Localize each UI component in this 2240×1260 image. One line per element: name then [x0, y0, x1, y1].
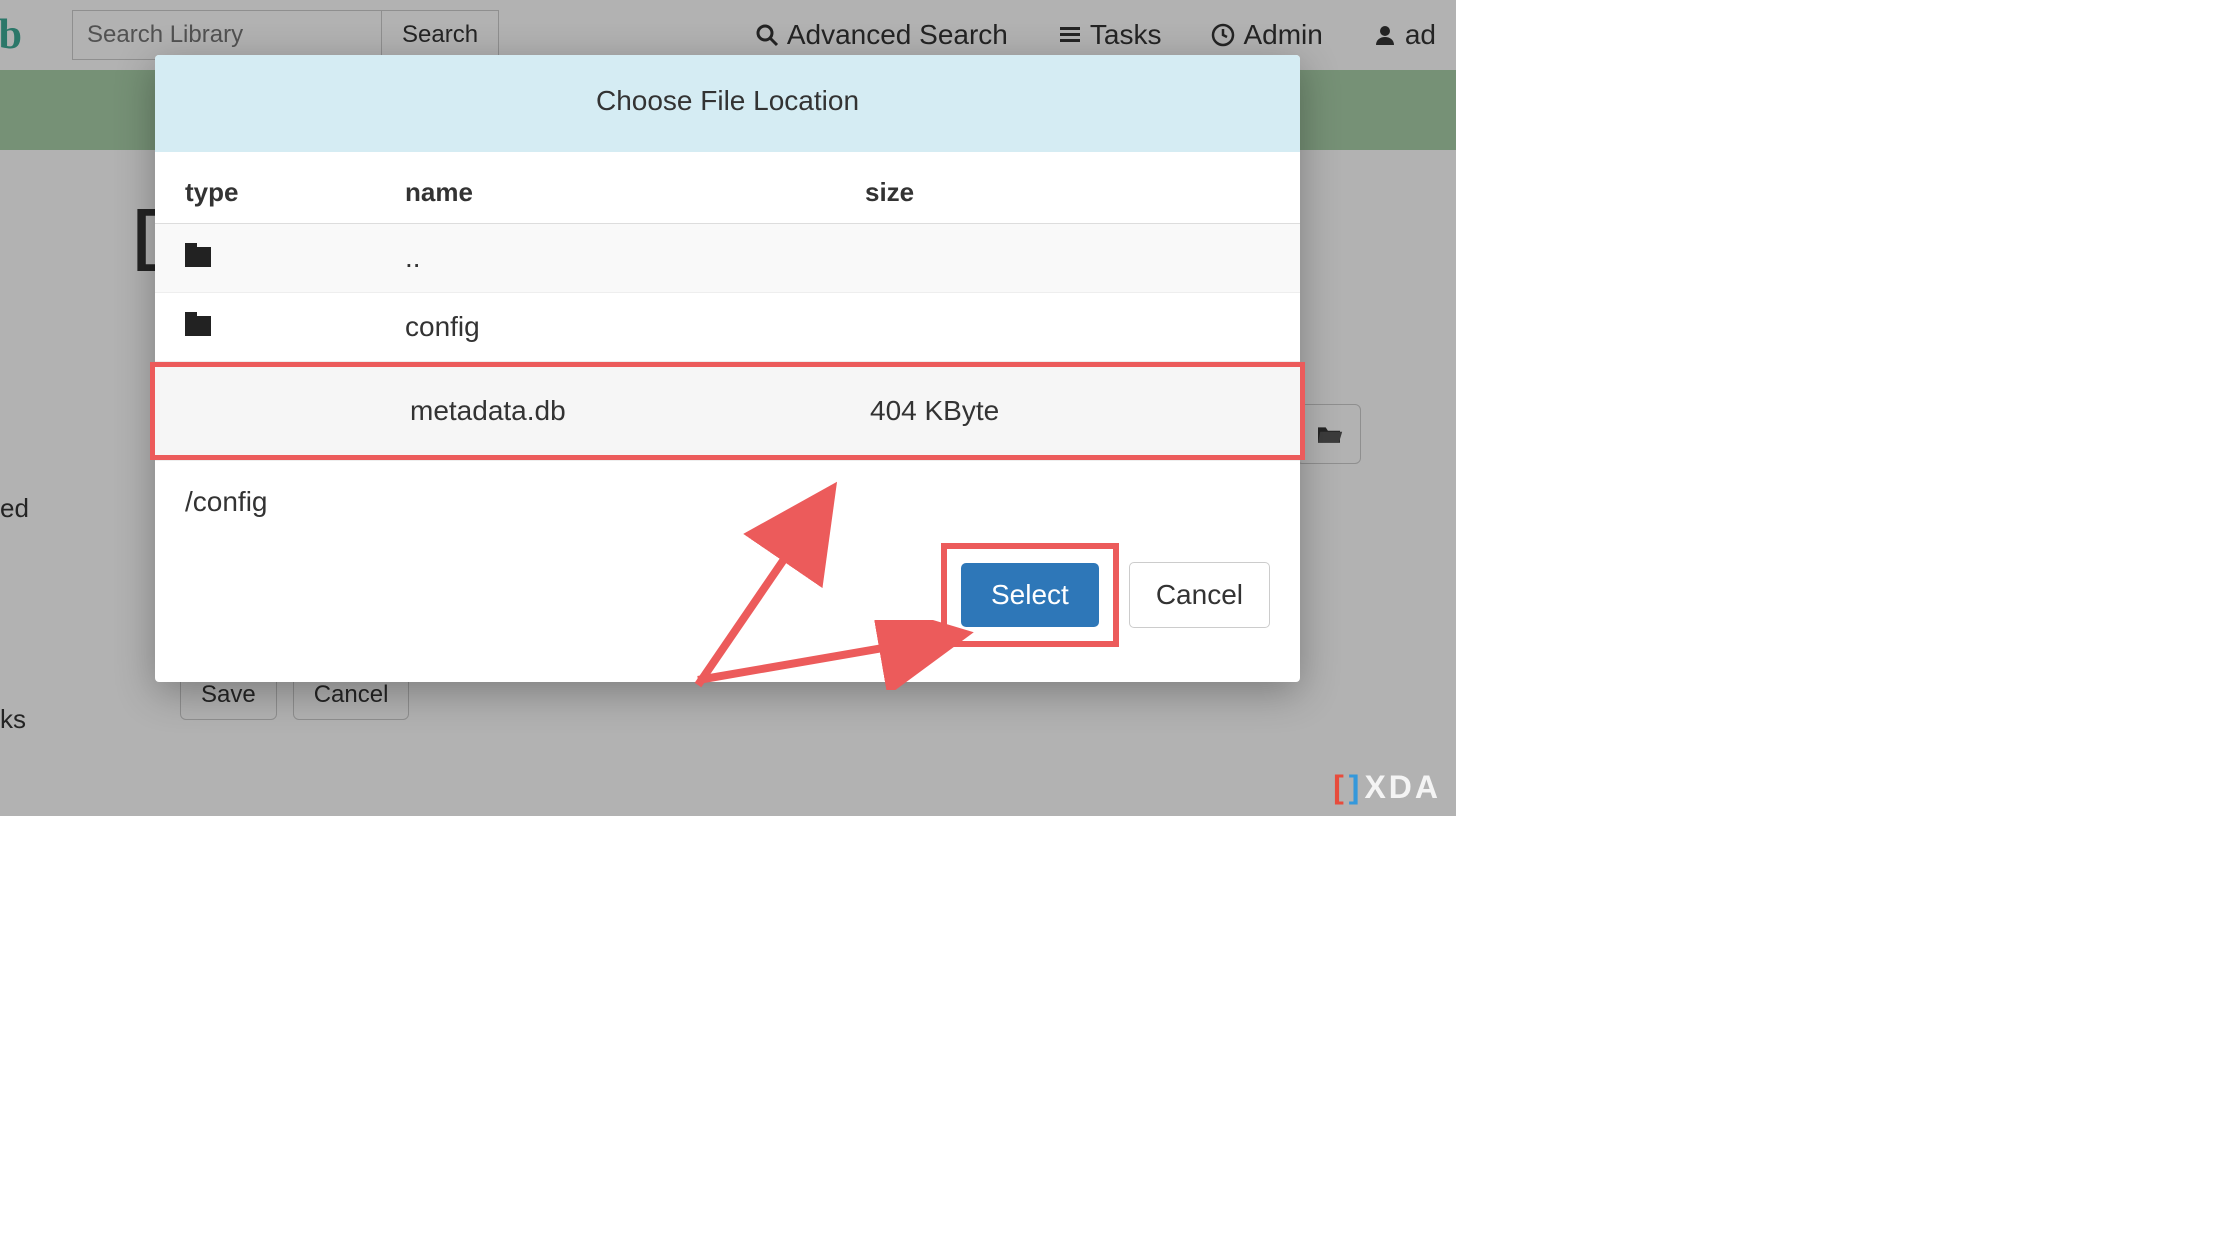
folder-icon	[185, 247, 211, 267]
folder-open-icon	[1315, 423, 1343, 445]
advanced-search-link[interactable]: Advanced Search	[755, 19, 1008, 51]
footer-buttons: Select Cancel	[185, 543, 1270, 647]
user-menu[interactable]: ad	[1373, 19, 1436, 51]
folder-icon	[185, 316, 211, 336]
watermark-bracket-right: ]	[1349, 769, 1363, 806]
modal-title: Choose File Location	[155, 55, 1300, 152]
modal-footer: /config Select Cancel	[155, 460, 1300, 682]
watermark: []XDA	[1333, 769, 1441, 806]
file-name-metadata: metadata.db	[410, 395, 870, 427]
file-location-modal: Choose File Location type name size .. c…	[155, 55, 1300, 682]
file-row-metadata[interactable]: metadata.db 404 KByte	[150, 362, 1305, 460]
search-icon	[755, 23, 779, 47]
file-name-config: config	[405, 311, 865, 343]
modal-body: type name size .. config metadata.db 404…	[155, 152, 1300, 460]
clock-icon	[1211, 23, 1235, 47]
col-type: type	[185, 177, 405, 208]
file-table-header: type name size	[155, 152, 1300, 224]
admin-label: Admin	[1243, 19, 1322, 51]
user-icon	[1373, 23, 1397, 47]
tasks-label: Tasks	[1090, 19, 1162, 51]
file-size-metadata: 404 KByte	[870, 395, 1265, 427]
modal-cancel-button[interactable]: Cancel	[1129, 562, 1270, 628]
file-name-parent: ..	[405, 242, 865, 274]
select-button[interactable]: Select	[961, 563, 1099, 627]
file-row-config[interactable]: config	[155, 293, 1300, 362]
current-path: /config	[185, 486, 1270, 518]
browse-button[interactable]	[1296, 404, 1361, 464]
select-annotation-box: Select	[941, 543, 1119, 647]
nav-links: Advanced Search Tasks Admin ad	[755, 19, 1456, 51]
tasks-icon	[1058, 23, 1082, 47]
app-logo: eb	[0, 11, 22, 59]
col-size: size	[865, 177, 1270, 208]
search-button[interactable]: Search	[382, 10, 499, 60]
watermark-text: XDA	[1364, 769, 1441, 806]
advanced-search-label: Advanced Search	[787, 19, 1008, 51]
admin-link[interactable]: Admin	[1211, 19, 1322, 51]
tasks-link[interactable]: Tasks	[1058, 19, 1162, 51]
user-label: ad	[1405, 19, 1436, 51]
search-group: Search	[72, 10, 499, 60]
file-row-parent[interactable]: ..	[155, 224, 1300, 293]
watermark-bracket-left: [	[1333, 769, 1347, 806]
col-name: name	[405, 177, 865, 208]
search-input[interactable]	[72, 10, 382, 60]
